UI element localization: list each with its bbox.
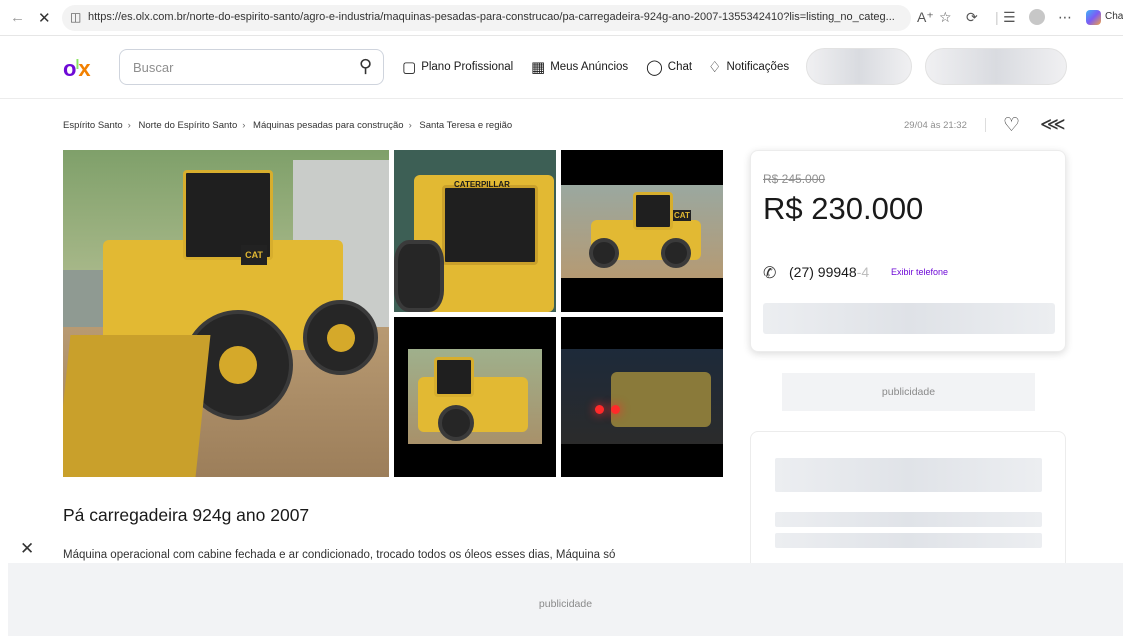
close-tab-icon[interactable]: ✕ — [38, 9, 51, 27]
share-icon[interactable]: ⋘ — [1040, 114, 1066, 135]
phone-icon: ✆ — [763, 265, 777, 282]
search-input[interactable]: Buscar — [133, 60, 173, 75]
site-header: olx Buscar ⚲ ▢ Plano Profissional ▦ Meus A… — [0, 37, 1123, 99]
listing-date: 29/04 às 21:32 — [904, 120, 967, 131]
nav-label: Plano Profissional — [421, 61, 514, 73]
brand-decal: CAT — [673, 210, 691, 221]
breadcrumb-link[interactable]: Espírito Santo — [63, 120, 123, 131]
phone-number: (27) 99948-4 — [789, 264, 869, 280]
briefcase-icon: ▢ — [402, 59, 417, 76]
copilot-icon[interactable] — [1086, 10, 1101, 25]
gallery-photo[interactable]: CATERPILLAR — [394, 150, 556, 312]
chevron-right-icon: › — [127, 120, 131, 131]
breadcrumb-link[interactable]: Máquinas pesadas para construção — [253, 120, 404, 131]
toolbar-divider: | — [995, 9, 999, 25]
browser-toolbar: ← ✕ ◫ https://es.olx.com.br/norte-do-esp… — [0, 0, 1123, 36]
brand-decal: CATERPILLAR — [454, 180, 510, 189]
bell-icon: ♢ — [708, 59, 722, 76]
listing-title: Pá carregadeira 924g ano 2007 — [63, 505, 310, 525]
nav-plano-profissional[interactable]: ▢ Plano Profissional — [402, 58, 513, 76]
ad-label: publicidade — [538, 598, 593, 610]
close-ad-icon[interactable]: ✕ — [20, 539, 34, 559]
old-price: R$ 245.000 — [763, 172, 826, 186]
brand-decal: CAT — [241, 245, 267, 265]
breadcrumb: Espírito Santo › Norte do Espírito Santo ›… — [63, 120, 512, 131]
olx-logo[interactable]: olx — [63, 56, 91, 82]
header-button-loading[interactable] — [925, 48, 1067, 85]
extensions-icon[interactable]: ⟳ — [966, 9, 978, 26]
favorite-heart-icon[interactable]: ♡ — [1003, 114, 1020, 137]
favorite-star-icon[interactable]: ☆ — [939, 9, 952, 26]
nav-label: Chat — [667, 61, 693, 73]
header-button-loading[interactable] — [806, 48, 912, 85]
more-options-icon[interactable]: ⋯ — [1058, 9, 1072, 26]
listing-description: Máquina operacional com cabine fechada e… — [63, 549, 616, 561]
chevron-right-icon: › — [242, 120, 246, 131]
main-photo[interactable]: CAT — [63, 150, 389, 477]
chevron-right-icon: › — [408, 120, 412, 131]
divider — [985, 118, 986, 132]
nav-meus-anuncios[interactable]: ▦ Meus Anúncios — [531, 58, 628, 76]
grid-icon: ▦ — [531, 59, 546, 76]
nav-chat[interactable]: ◯ Chat — [646, 58, 692, 76]
skeleton-line — [775, 533, 1042, 548]
read-aloud-icon[interactable]: A⁺ — [917, 9, 934, 26]
address-bar[interactable]: ◫ https://es.olx.com.br/norte-do-espirit… — [62, 5, 911, 31]
price-card: R$ 245.000 R$ 230.000 ✆ (27) 99948-4 Exi… — [750, 150, 1066, 352]
phone-number-hidden: -4 — [856, 264, 870, 280]
gallery-photo[interactable] — [561, 317, 723, 477]
search-box[interactable]: Buscar ⚲ — [119, 49, 384, 85]
breadcrumb-link[interactable]: Santa Teresa e região — [419, 120, 512, 131]
skeleton-block — [775, 458, 1042, 492]
breadcrumb-link[interactable]: Norte do Espírito Santo — [138, 120, 237, 131]
back-arrow-icon[interactable]: ← — [10, 9, 25, 26]
current-price: R$ 230.000 — [763, 191, 924, 226]
nav-label: Meus Anúncios — [550, 61, 629, 73]
site-info-icon[interactable]: ◫ — [70, 10, 81, 24]
ad-slot: publicidade — [782, 373, 1035, 411]
show-phone-link[interactable]: Exibir telefone — [891, 267, 948, 277]
bottom-ad-banner: publicidade — [8, 563, 1123, 636]
contact-button-loading[interactable] — [763, 303, 1055, 334]
nav-notificacoes[interactable]: ♢ Notificações — [708, 58, 789, 76]
gallery-photo[interactable] — [394, 317, 556, 477]
nav-label: Notificações — [726, 61, 790, 73]
skeleton-line — [775, 512, 1042, 527]
collections-icon[interactable]: ☰ — [1003, 9, 1016, 26]
search-icon[interactable]: ⚲ — [359, 56, 372, 77]
chat-bubble-icon: ◯ — [646, 59, 663, 76]
profile-avatar[interactable] — [1029, 9, 1045, 25]
phone-number-visible: (27) 99948 — [789, 264, 857, 280]
address-url[interactable]: https://es.olx.com.br/norte-do-espirito-… — [88, 11, 903, 23]
gallery-photo[interactable]: CAT — [561, 150, 723, 312]
copilot-label[interactable]: Cha — [1105, 11, 1123, 22]
